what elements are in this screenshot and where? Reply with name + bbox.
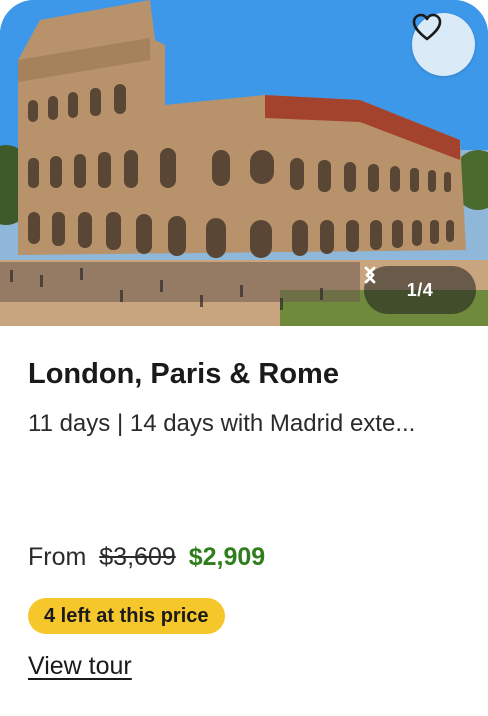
image-counter: 1/4 (406, 279, 434, 300)
tour-duration: 11 days | 14 days with Madrid exte... (28, 410, 416, 437)
heart-outline-icon (412, 13, 442, 41)
view-tour-link[interactable]: View tour (28, 652, 132, 681)
availability-badge: 4 left at this price (28, 598, 225, 634)
original-price: $3,609 (99, 543, 176, 571)
prev-image-button[interactable] (365, 266, 396, 301)
tour-card[interactable]: 1/4 London, Paris & Rome 11 days | 14 da… (0, 0, 488, 716)
chevron-right-icon (364, 266, 375, 284)
tour-title: London, Paris & Rome (28, 358, 339, 390)
image-pager: 1/4 (364, 266, 476, 314)
next-image-button[interactable] (364, 266, 466, 301)
sale-price: $2,909 (188, 543, 266, 571)
tour-image[interactable]: 1/4 (0, 0, 488, 326)
price-row: From $3,609 $2,909 (28, 543, 265, 572)
favorite-button[interactable] (412, 13, 475, 76)
price-from-label: From (28, 543, 87, 571)
